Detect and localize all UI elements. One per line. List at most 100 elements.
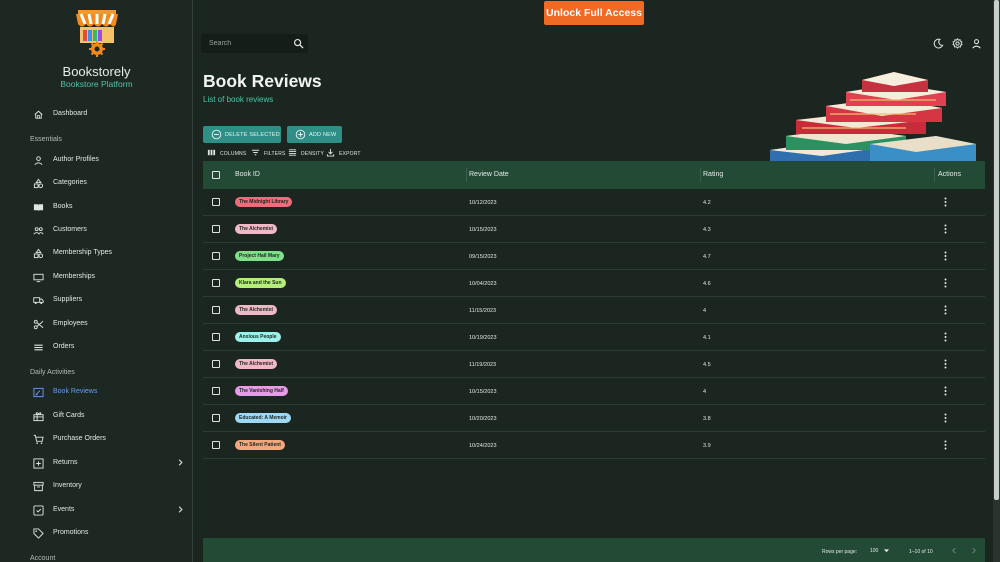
density-icon <box>288 149 297 156</box>
account-icon[interactable] <box>971 38 982 49</box>
sidebar-item-memberships[interactable]: Memberships <box>0 268 192 286</box>
more-actions-icon[interactable] <box>944 386 947 396</box>
dropdown-arrow-icon[interactable] <box>884 549 889 553</box>
export-label: EXPORT <box>339 150 361 157</box>
column-separator[interactable] <box>466 168 467 182</box>
table-row[interactable]: Project Hail Mary 09/15/2023 4.7 <box>203 243 985 270</box>
table-row[interactable]: The Midnight Library 10/12/2023 4.2 <box>203 189 985 216</box>
rating-value: 4 <box>703 308 707 314</box>
column-separator[interactable] <box>700 168 701 182</box>
more-actions-icon[interactable] <box>944 359 947 369</box>
sidebar: Bookstorely Bookstore Platform Dashboard… <box>0 0 193 562</box>
book-chip[interactable]: The Alchemist <box>235 224 277 234</box>
columns-button[interactable]: COLUMNS <box>207 148 247 158</box>
book-chip[interactable]: The Alchemist <box>235 305 277 315</box>
table-row[interactable]: The Alchemist 10/15/2023 4.3 <box>203 216 985 243</box>
column-header-review-date[interactable]: Review Date <box>469 171 509 178</box>
sidebar-item-label: Purchase Orders <box>53 435 106 442</box>
search-input[interactable] <box>209 38 289 49</box>
table-row[interactable]: Educated: A Memoir 10/20/2023 3.8 <box>203 405 985 432</box>
column-header-book-id[interactable]: Book ID <box>235 171 260 178</box>
chevron-right-icon <box>178 506 183 513</box>
review-icon <box>33 387 44 398</box>
review-date: 10/19/2023 <box>469 335 497 341</box>
book-chip[interactable]: The Vanishing Half <box>235 386 288 396</box>
row-checkbox[interactable] <box>212 360 220 368</box>
unlock-full-access-button[interactable]: Unlock Full Access <box>544 1 644 25</box>
row-checkbox[interactable] <box>212 414 220 422</box>
sidebar-item-gift-cards[interactable]: Gift Cards <box>0 407 192 425</box>
sidebar-item-categories[interactable]: Categories <box>0 174 192 192</box>
select-all-checkbox[interactable] <box>212 171 220 179</box>
sidebar-item-orders[interactable]: Orders <box>0 338 192 356</box>
columns-label: COLUMNS <box>220 150 247 157</box>
store-logo-icon <box>73 8 121 58</box>
sidebar-item-returns[interactable]: Returns <box>0 454 192 472</box>
sidebar-item-label: Gift Cards <box>53 412 85 419</box>
sidebar-item-suppliers[interactable]: Suppliers <box>0 291 192 309</box>
more-actions-icon[interactable] <box>944 413 947 423</box>
review-date: 09/15/2023 <box>469 254 497 260</box>
rating-value: 4.2 <box>703 200 711 206</box>
sidebar-item-employees[interactable]: Employees <box>0 315 192 333</box>
more-actions-icon[interactable] <box>944 332 947 342</box>
row-checkbox[interactable] <box>212 387 220 395</box>
book-chip[interactable]: The Alchemist <box>235 359 277 369</box>
sidebar-item-label: Inventory <box>53 482 82 489</box>
more-actions-icon[interactable] <box>944 278 947 288</box>
table-row[interactable]: The Alchemist 11/15/2023 4 <box>203 297 985 324</box>
rows-per-page-label: Rows per page: <box>822 549 858 555</box>
sidebar-item-membership-types[interactable]: Membership Types <box>0 244 192 262</box>
sidebar-item-customers[interactable]: Customers <box>0 221 192 239</box>
dark-mode-icon[interactable] <box>933 38 944 49</box>
more-actions-icon[interactable] <box>944 224 947 234</box>
table-row[interactable]: The Silent Patient 10/24/2023 3.9 <box>203 432 985 459</box>
table-row[interactable]: The Alchemist 11/19/2023 4.5 <box>203 351 985 378</box>
scrollbar-thumb[interactable] <box>994 0 999 500</box>
sidebar-item-inventory[interactable]: Inventory <box>0 477 192 495</box>
row-checkbox[interactable] <box>212 279 220 287</box>
filters-button[interactable]: FILTERS <box>251 148 285 158</box>
row-checkbox[interactable] <box>212 306 220 314</box>
add-new-button[interactable]: ADD NEW <box>287 126 342 143</box>
row-checkbox[interactable] <box>212 225 220 233</box>
book-chip[interactable]: The Midnight Library <box>235 197 293 207</box>
sidebar-item-books[interactable]: Books <box>0 198 192 216</box>
density-button[interactable]: DENSITY <box>288 148 324 158</box>
sidebar-item-author-profiles[interactable]: Author Profiles <box>0 151 192 169</box>
more-actions-icon[interactable] <box>944 197 947 207</box>
more-actions-icon[interactable] <box>944 440 947 450</box>
book-chip[interactable]: Klara and the Sun <box>235 278 286 288</box>
more-actions-icon[interactable] <box>944 251 947 261</box>
column-header-rating[interactable]: Rating <box>703 171 723 178</box>
book-chip[interactable]: The Silent Patient <box>235 440 285 450</box>
sidebar-item-events[interactable]: Events <box>0 501 192 519</box>
book-chip[interactable]: Anxious People <box>235 332 281 342</box>
column-separator[interactable] <box>934 168 935 182</box>
rows-per-page-select[interactable]: 100 <box>870 548 878 554</box>
export-button[interactable]: EXPORT <box>326 148 362 158</box>
sidebar-item-purchase-orders[interactable]: Purchase Orders <box>0 430 192 448</box>
add-new-label: ADD NEW <box>309 132 337 138</box>
sidebar-item-book-reviews[interactable]: Book Reviews <box>0 383 192 401</box>
table-row[interactable]: The Vanishing Half 10/15/2023 4 <box>203 378 985 405</box>
more-actions-icon[interactable] <box>944 305 947 315</box>
book-chip[interactable]: Project Hail Mary <box>235 251 284 261</box>
sidebar-item-promotions[interactable]: Promotions <box>0 524 192 542</box>
table-row[interactable]: Anxious People 10/19/2023 4.1 <box>203 324 985 351</box>
settings-icon[interactable] <box>952 38 963 49</box>
sidebar-item-dashboard[interactable]: Dashboard <box>0 105 192 123</box>
density-label: DENSITY <box>301 150 325 157</box>
search-icon[interactable] <box>293 38 304 49</box>
previous-page-icon[interactable] <box>951 547 958 554</box>
row-checkbox[interactable] <box>212 252 220 260</box>
book-chip[interactable]: Educated: A Memoir <box>235 413 291 423</box>
next-page-icon[interactable] <box>970 547 977 554</box>
sidebar-item-label: Employees <box>53 320 88 327</box>
row-checkbox[interactable] <box>212 333 220 341</box>
row-checkbox[interactable] <box>212 198 220 206</box>
delete-selected-button[interactable]: DELETE SELECTED <box>203 126 281 143</box>
table-row[interactable]: Klara and the Sun 10/04/2023 4.6 <box>203 270 985 297</box>
gift-icon <box>33 412 44 422</box>
row-checkbox[interactable] <box>212 441 220 449</box>
